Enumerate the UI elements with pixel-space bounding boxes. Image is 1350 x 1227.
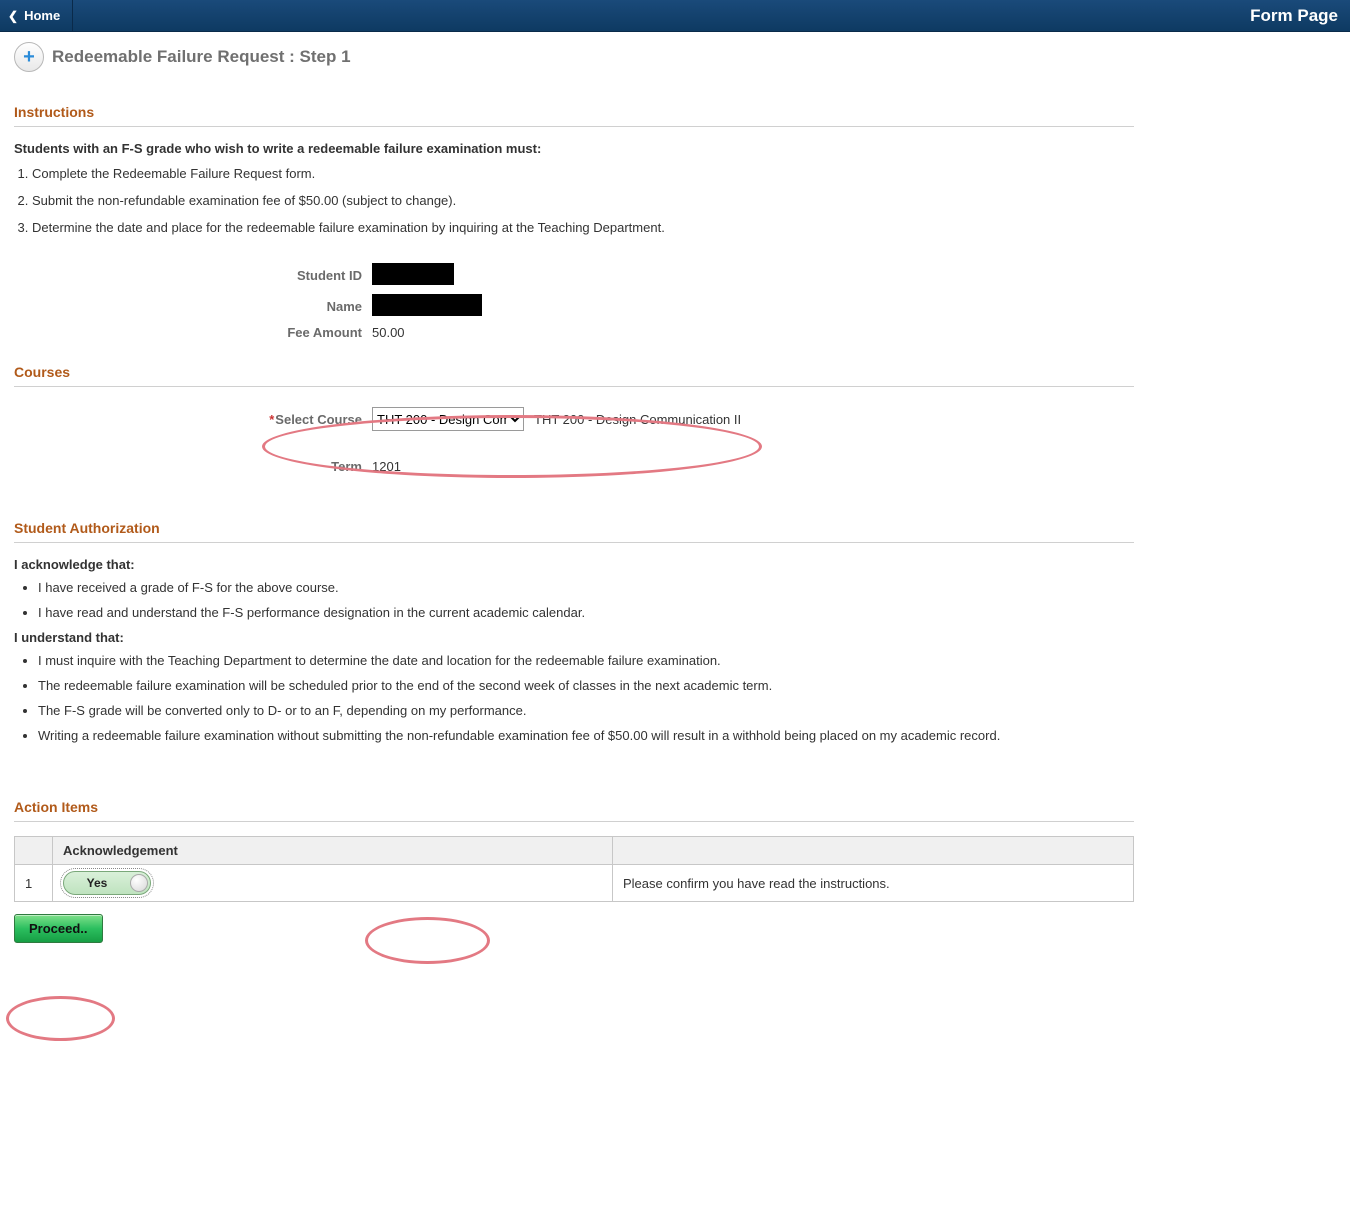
toggle-label: Yes [64, 876, 130, 890]
instructions-list: Complete the Redeemable Failure Request … [14, 166, 1134, 235]
course-description: THT 200 - Design Communication II [534, 412, 741, 427]
instructions-intro: Students with an F-S grade who wish to w… [14, 141, 1134, 156]
chevron-left-icon: ❮ [8, 9, 18, 23]
proceed-button[interactable]: Proceed.. [14, 914, 103, 943]
instruction-item: Determine the date and place for the red… [32, 220, 1134, 235]
plus-icon[interactable]: + [14, 42, 44, 72]
understand-list: I must inquire with the Teaching Departm… [14, 653, 1134, 743]
section-action-items: Action Items [14, 799, 1134, 822]
instruction-item: Submit the non-refundable examination fe… [32, 193, 1134, 208]
term-value: 1201 [372, 459, 492, 474]
home-label: Home [24, 8, 60, 23]
acknowledge-list: I have received a grade of F-S for the a… [14, 580, 1134, 620]
required-star-icon: * [269, 412, 274, 427]
home-button[interactable]: ❮ Home [0, 0, 73, 31]
list-item: The redeemable failure examination will … [38, 678, 1134, 693]
fee-amount-value: 50.00 [372, 325, 492, 340]
col-blank [15, 837, 53, 865]
list-item: I have read and understand the F-S perfo… [38, 605, 1134, 620]
label-term: Term [14, 459, 372, 474]
list-item: I have received a grade of F-S for the a… [38, 580, 1134, 595]
section-instructions: Instructions [14, 104, 1134, 127]
toggle-knob-icon [130, 874, 148, 892]
section-authorization: Student Authorization [14, 520, 1134, 543]
list-item: The F-S grade will be converted only to … [38, 703, 1134, 718]
acknowledgement-toggle[interactable]: Yes [63, 871, 151, 895]
row-number: 1 [15, 865, 53, 902]
instruction-item: Complete the Redeemable Failure Request … [32, 166, 1134, 181]
label-student-name: Name [14, 299, 372, 314]
table-row: 1 Yes Please confirm you have read the i… [15, 865, 1134, 902]
col-blank-2 [613, 837, 1134, 865]
student-id-value [372, 263, 454, 285]
content-area: + Redeemable Failure Request : Step 1 In… [0, 32, 1148, 983]
annotation-ellipse-icon [6, 996, 115, 1041]
label-fee-amount: Fee Amount [14, 325, 372, 340]
list-item: Writing a redeemable failure examination… [38, 728, 1134, 743]
top-header: ❮ Home Form Page [0, 0, 1350, 32]
understand-heading: I understand that: [14, 630, 1134, 645]
row-instruction: Please confirm you have read the instruc… [613, 865, 1134, 902]
col-acknowledgement: Acknowledgement [53, 837, 613, 865]
page-header-title: Form Page [1250, 6, 1338, 26]
title-row: + Redeemable Failure Request : Step 1 [14, 42, 1134, 72]
page-title: Redeemable Failure Request : Step 1 [52, 47, 351, 67]
action-items-table: Acknowledgement 1 Yes Please confirm you… [14, 836, 1134, 902]
label-select-course: *Select Course [14, 412, 372, 427]
student-name-value [372, 294, 482, 316]
label-student-id: Student ID [14, 268, 372, 283]
acknowledge-heading: I acknowledge that: [14, 557, 1134, 572]
list-item: I must inquire with the Teaching Departm… [38, 653, 1134, 668]
section-courses: Courses [14, 364, 1134, 387]
course-select[interactable]: THT 200 - Design Comm [372, 407, 524, 431]
